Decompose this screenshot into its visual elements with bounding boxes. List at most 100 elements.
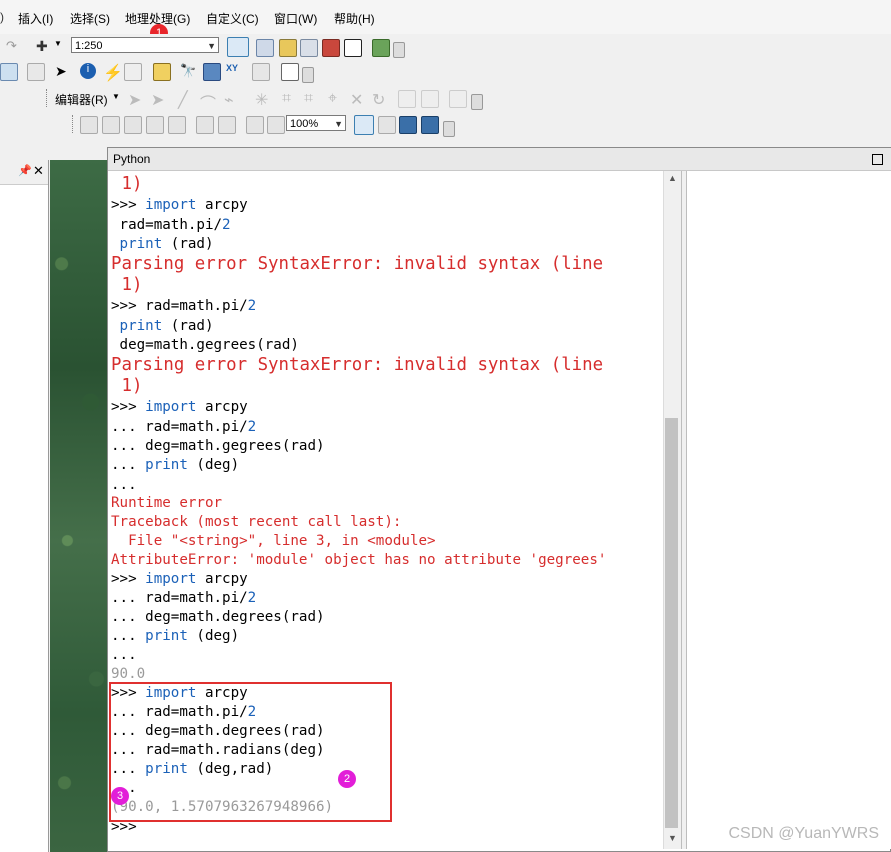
select-elements-icon[interactable]: [27, 63, 45, 81]
python-window-title: Python: [113, 152, 151, 166]
edit-tool-icon[interactable]: ➤: [128, 90, 144, 109]
console-line: >>> import arcpy: [111, 196, 248, 215]
straight-segment-icon[interactable]: ╱: [178, 90, 194, 109]
zoom-in-page-icon[interactable]: [80, 116, 98, 134]
zoom-whole-page-icon[interactable]: [146, 116, 164, 134]
console-line-prefix: [111, 236, 120, 252]
fixed-zoom-in-icon[interactable]: [196, 116, 214, 134]
model-builder-icon[interactable]: [372, 39, 390, 57]
console-line-prefix: Parsing error SyntaxError: invalid synta…: [111, 355, 604, 375]
maximize-icon[interactable]: [872, 154, 883, 165]
edit-annotation-icon[interactable]: ➤: [151, 90, 167, 109]
console-line-prefix: ...: [111, 609, 146, 625]
pointer-icon[interactable]: ➤: [55, 63, 71, 79]
python-window-titlebar[interactable]: Python: [108, 148, 891, 171]
split-icon[interactable]: ✕: [350, 90, 366, 109]
toolbar-grip[interactable]: [46, 89, 50, 107]
arctoolbox-icon[interactable]: [322, 39, 340, 57]
previous-extent-icon[interactable]: [246, 116, 264, 134]
console-code: arcpy: [196, 197, 248, 213]
console-line: ... deg=math.degrees(rad): [111, 608, 325, 627]
toolbar-grip[interactable]: [72, 115, 76, 133]
map-view-imagery[interactable]: [50, 160, 108, 852]
toggle-draft-mode-icon[interactable]: [354, 115, 374, 135]
toolbar-options-icon[interactable]: [393, 42, 405, 58]
console-line-prefix: ...: [111, 477, 137, 493]
console-line: 1): [111, 275, 142, 295]
find-icon[interactable]: 🔭: [180, 63, 196, 79]
rotate-icon[interactable]: ↻: [372, 90, 388, 109]
menu-customize[interactable]: 自定义(C): [206, 10, 259, 27]
next-extent-icon[interactable]: [267, 116, 285, 134]
highlight-box: [109, 682, 392, 822]
data-driven-pages-icon[interactable]: [421, 116, 439, 134]
reshape-icon[interactable]: ⌗: [304, 90, 320, 107]
console-line: print (rad): [111, 235, 214, 254]
go-to-xy-icon[interactable]: XY: [226, 63, 242, 79]
measure-icon[interactable]: [153, 63, 171, 81]
scrollbar-thumb[interactable]: [665, 418, 678, 828]
scroll-up-icon[interactable]: ▲: [668, 173, 677, 183]
table-of-contents-icon[interactable]: [256, 39, 274, 57]
console-code: rad=math.pi/: [145, 419, 248, 435]
menu-help[interactable]: 帮助(H): [334, 10, 375, 27]
fixed-zoom-out-icon[interactable]: [218, 116, 236, 134]
add-data-icon[interactable]: ✚: [36, 38, 52, 54]
close-icon[interactable]: ✕: [33, 163, 44, 179]
pin-icon[interactable]: 📌: [18, 164, 32, 177]
create-features-icon[interactable]: [449, 90, 467, 108]
editor-toolbar-icon[interactable]: [227, 37, 249, 57]
hyperlink-icon[interactable]: ⚡: [103, 63, 123, 82]
change-layout-icon[interactable]: [399, 116, 417, 134]
console-line-prefix: 90.0: [111, 666, 146, 682]
console-line-prefix: [111, 217, 120, 233]
pan-page-icon[interactable]: [124, 116, 142, 134]
sketch-properties-icon[interactable]: [421, 90, 439, 108]
console-number: 2: [222, 217, 231, 233]
tools-toolbar: ➤ i ⚡ 🔭 XY: [0, 59, 891, 85]
cut-polygons-icon[interactable]: ⌖: [328, 90, 344, 107]
zoom-percent-combo[interactable]: 100% ▼: [286, 115, 346, 131]
search-window-icon[interactable]: [300, 39, 318, 57]
zoom-out-page-icon[interactable]: [102, 116, 120, 134]
console-code: deg=math.gegrees(rad): [145, 438, 325, 454]
zoom-100-icon[interactable]: [168, 116, 186, 134]
pane-splitter[interactable]: [681, 171, 687, 849]
console-number: 2: [247, 298, 257, 314]
console-code: rad=math.pi/: [145, 590, 248, 606]
menu-insert[interactable]: 插入(I): [18, 10, 53, 27]
console-line: File "<string>", line 3, in <module>: [111, 532, 436, 551]
console-number: 2: [247, 419, 257, 435]
annotation-badge-3: 3: [111, 787, 129, 805]
add-data-dropdown-icon[interactable]: ▼: [54, 39, 70, 55]
focus-data-frame-icon[interactable]: [378, 116, 396, 134]
toolbar-options-icon[interactable]: [443, 121, 455, 137]
catalog-icon[interactable]: [279, 39, 297, 57]
scroll-down-icon[interactable]: ▼: [668, 833, 677, 843]
identify-icon[interactable]: i: [80, 63, 96, 79]
point-icon[interactable]: ✳: [255, 90, 271, 109]
toolbar-options-icon[interactable]: [471, 94, 483, 110]
console-line-prefix: ...: [111, 590, 146, 606]
layer-icon[interactable]: [0, 63, 18, 81]
create-viewer-icon[interactable]: [281, 63, 299, 81]
end-point-arc-icon[interactable]: ⌒: [200, 90, 216, 113]
chevron-down-icon: ▼: [112, 92, 120, 101]
edit-vertices-icon[interactable]: ⌗: [282, 90, 298, 107]
html-popup-icon[interactable]: [124, 63, 142, 81]
menu-window[interactable]: 窗口(W): [274, 10, 317, 27]
map-scale-combo[interactable]: 1:250 ▼: [71, 37, 219, 53]
redo-icon[interactable]: ↷: [6, 38, 22, 54]
trace-icon[interactable]: ⌁: [224, 90, 240, 109]
menu-select[interactable]: 选择(S): [70, 10, 110, 27]
python-window-icon[interactable]: [344, 39, 362, 57]
console-line-prefix: >>>: [111, 571, 146, 587]
time-slider-icon[interactable]: [252, 63, 270, 81]
toolbar-options-icon[interactable]: [302, 67, 314, 83]
console-line-prefix: ...: [111, 457, 146, 473]
editor-menu[interactable]: 编辑器(R): [55, 91, 108, 108]
console-line-prefix: >>>: [111, 399, 146, 415]
find-route-icon[interactable]: [203, 63, 221, 81]
chevron-down-icon: ▼: [334, 119, 343, 129]
attributes-icon[interactable]: [398, 90, 416, 108]
